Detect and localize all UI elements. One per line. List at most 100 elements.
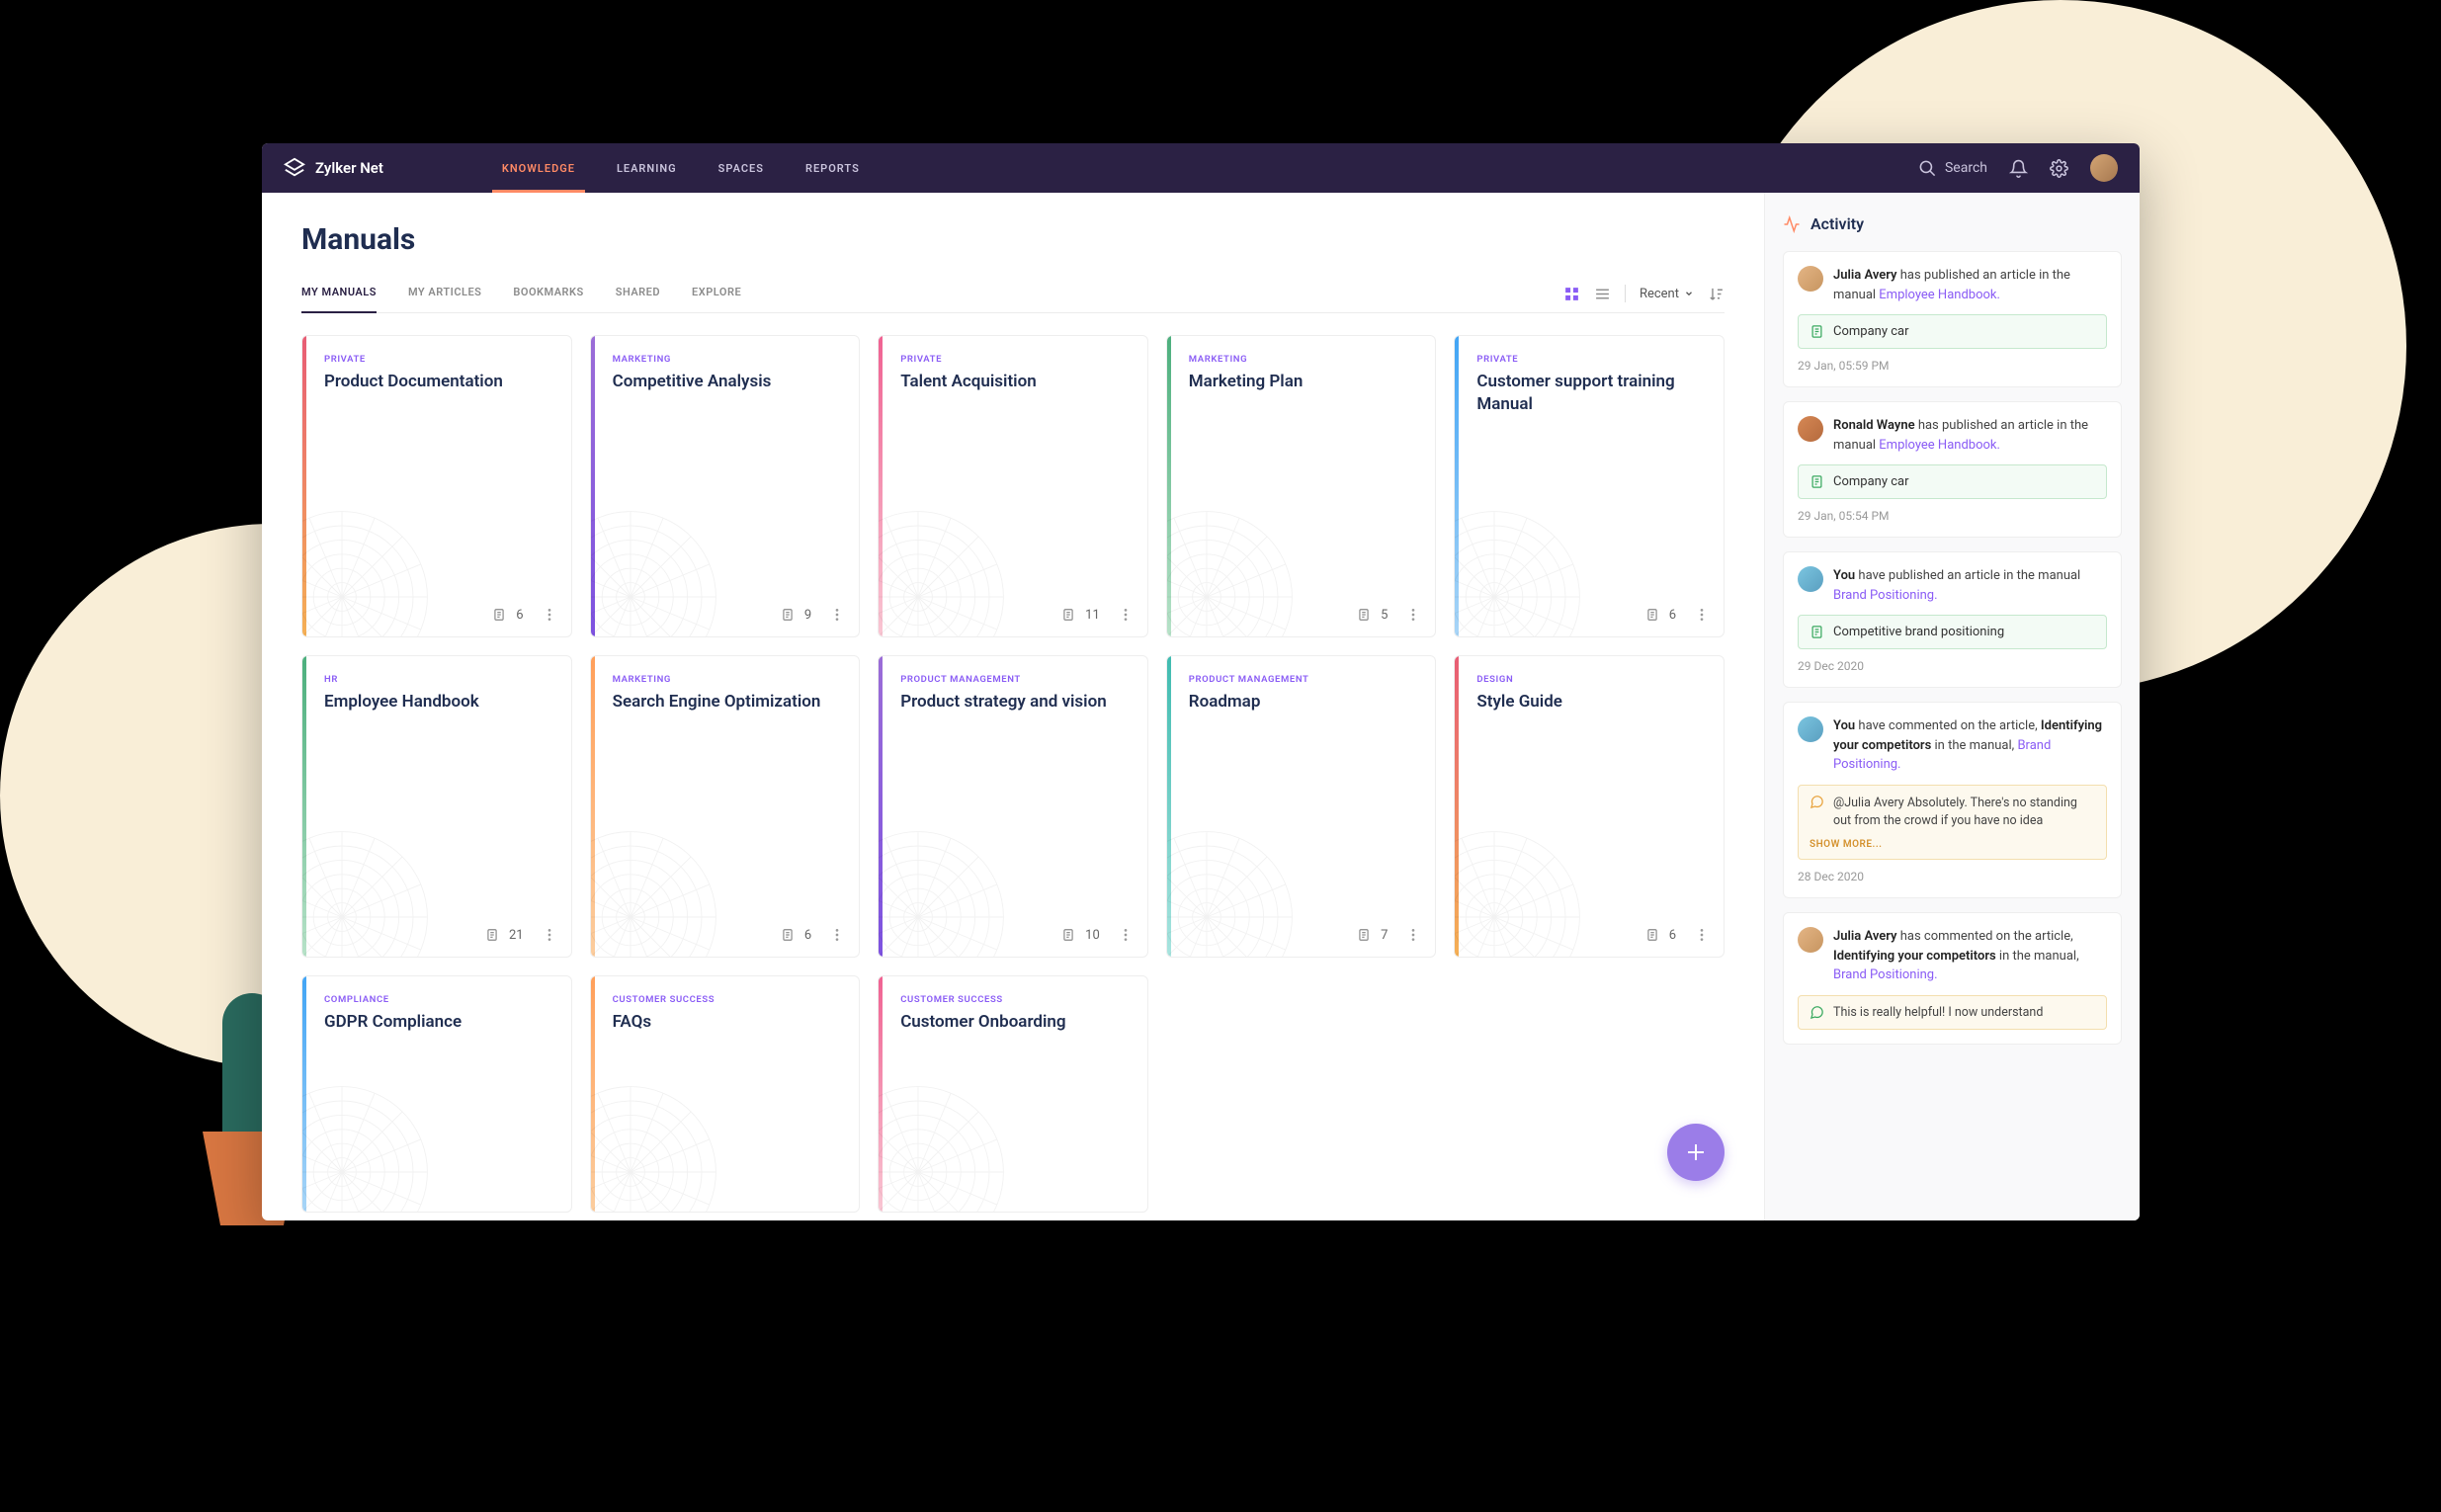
avatar[interactable] xyxy=(1798,266,1823,292)
kebab-icon[interactable] xyxy=(1118,607,1134,623)
search[interactable]: Search xyxy=(1918,159,1987,178)
card-decoration xyxy=(301,508,431,637)
kebab-icon[interactable] xyxy=(542,607,557,623)
subtab-my-manuals[interactable]: MY MANUALS xyxy=(301,286,377,312)
card-title: Customer Onboarding xyxy=(900,1011,1130,1034)
manual-card[interactable]: COMPLIANCEGDPR Compliance xyxy=(301,975,572,1213)
nav-tab-learning[interactable]: LEARNING xyxy=(617,143,677,193)
comment-icon xyxy=(1810,1005,1824,1020)
mention-link[interactable]: @Julia Avery xyxy=(1833,796,1904,810)
grid-view-icon[interactable] xyxy=(1563,286,1580,302)
avatar[interactable] xyxy=(1798,566,1823,592)
activity-link[interactable]: Brand Positioning. xyxy=(1833,588,1938,603)
subtab-bookmarks[interactable]: BOOKMARKS xyxy=(513,286,583,312)
document-icon xyxy=(1357,928,1371,942)
document-icon xyxy=(1357,608,1371,622)
manual-card[interactable]: DESIGNStyle Guide6 xyxy=(1454,655,1725,958)
card-title: FAQs xyxy=(613,1011,842,1034)
comment-icon xyxy=(1810,795,1824,809)
card-title: Marketing Plan xyxy=(1189,371,1418,393)
nav-tab-spaces[interactable]: SPACES xyxy=(718,143,764,193)
manual-card[interactable]: PRIVATETalent Acquisition11 xyxy=(878,335,1148,637)
search-icon xyxy=(1918,159,1937,178)
subtab-shared[interactable]: SHARED xyxy=(616,286,660,312)
activity-item: Julia Avery has published an article in … xyxy=(1783,251,2122,387)
activity-item: Ronald Wayne has published an article in… xyxy=(1783,401,2122,538)
kebab-icon[interactable] xyxy=(829,607,845,623)
card-footer: 7 xyxy=(1357,927,1421,943)
kebab-icon[interactable] xyxy=(1118,927,1134,943)
activity-text: Julia Avery has commented on the article… xyxy=(1833,927,2107,985)
manual-card[interactable]: PRIVATE Customer support training Manual 6 xyxy=(1454,335,1725,637)
main: Manuals MY MANUALSMY ARTICLESBOOKMARKSSH… xyxy=(262,193,1764,1220)
manual-card[interactable]: HREmployee Handbook21 xyxy=(301,655,572,958)
kebab-icon[interactable] xyxy=(829,927,845,943)
subtab-explore[interactable]: EXPLORE xyxy=(692,286,741,312)
card-decoration xyxy=(1166,508,1296,637)
logo[interactable]: Zylker Net xyxy=(284,157,383,179)
activity-article-box[interactable]: Company car xyxy=(1798,314,2107,349)
card-footer: 6 xyxy=(1645,607,1710,623)
article-name: Company car xyxy=(1833,324,1908,339)
activity-article-box[interactable]: Company car xyxy=(1798,464,2107,499)
kebab-icon[interactable] xyxy=(1694,927,1710,943)
manual-card[interactable]: MARKETINGCompetitive Analysis9 xyxy=(590,335,861,637)
activity-text: You have commented on the article, Ident… xyxy=(1833,716,2107,775)
kebab-icon[interactable] xyxy=(1694,607,1710,623)
list-view-icon[interactable] xyxy=(1594,286,1611,302)
body: Manuals MY MANUALSMY ARTICLESBOOKMARKSSH… xyxy=(262,193,2140,1220)
avatar[interactable] xyxy=(1798,927,1823,953)
manual-card[interactable]: MARKETINGSearch Engine Optimization6 xyxy=(590,655,861,958)
activity-link[interactable]: Employee Handbook. xyxy=(1879,438,2000,453)
doc-count: 6 xyxy=(1669,928,1676,943)
header-right: Search xyxy=(1918,154,2118,182)
card-category: HR xyxy=(324,674,553,685)
card-decoration xyxy=(590,828,719,958)
activity-link[interactable]: Brand Positioning. xyxy=(1833,967,1938,982)
document-icon xyxy=(485,928,499,942)
avatar[interactable] xyxy=(1798,716,1823,742)
toolbar-right: Recent xyxy=(1563,285,1725,312)
gear-icon[interactable] xyxy=(2050,159,2068,178)
document-icon xyxy=(1061,608,1075,622)
manual-card[interactable]: MARKETINGMarketing Plan5 xyxy=(1166,335,1437,637)
activity-time: 28 Dec 2020 xyxy=(1798,870,2107,883)
activity-link[interactable]: Employee Handbook. xyxy=(1879,288,2000,302)
card-title: Style Guide xyxy=(1476,691,1706,714)
card-title: Customer support training Manual xyxy=(1476,371,1706,416)
manual-card[interactable]: CUSTOMER SUCCESSFAQs xyxy=(590,975,861,1213)
card-decoration xyxy=(301,1083,431,1213)
document-icon xyxy=(492,608,506,622)
activity-article-box[interactable]: Competitive brand positioning xyxy=(1798,615,2107,649)
add-button[interactable] xyxy=(1667,1124,1725,1181)
card-footer: 9 xyxy=(781,607,845,623)
activity-item: Julia Avery has commented on the article… xyxy=(1783,912,2122,1045)
nav-tab-knowledge[interactable]: KNOWLEDGE xyxy=(502,143,575,193)
manual-card[interactable]: PRODUCT MANAGEMENTRoadmap7 xyxy=(1166,655,1437,958)
document-icon xyxy=(1645,608,1659,622)
kebab-icon[interactable] xyxy=(1405,607,1421,623)
kebab-icon[interactable] xyxy=(1405,927,1421,943)
nav-tab-reports[interactable]: REPORTS xyxy=(805,143,860,193)
activity-item: You have commented on the article, Ident… xyxy=(1783,702,2122,898)
subtab-my-articles[interactable]: MY ARTICLES xyxy=(408,286,481,312)
card-decoration xyxy=(590,1083,719,1213)
manual-card[interactable]: PRODUCT MANAGEMENTProduct strategy and v… xyxy=(878,655,1148,958)
kebab-icon[interactable] xyxy=(542,927,557,943)
show-more-link[interactable]: SHOW MORE... xyxy=(1810,839,2095,850)
divider xyxy=(1625,285,1626,302)
manual-card[interactable]: CUSTOMER SUCCESSCustomer Onboarding xyxy=(878,975,1148,1213)
card-category: MARKETING xyxy=(613,354,842,365)
page-icon xyxy=(1810,324,1824,339)
sort-dropdown[interactable]: Recent xyxy=(1640,287,1694,301)
avatar[interactable] xyxy=(2090,154,2118,182)
activity-comment-box: @Julia Avery Absolutely. There's no stan… xyxy=(1798,785,2107,861)
avatar[interactable] xyxy=(1798,416,1823,442)
sort-order-icon[interactable] xyxy=(1708,286,1725,302)
manual-card[interactable]: PRIVATEProduct Documentation6 xyxy=(301,335,572,637)
card-footer: 10 xyxy=(1061,927,1134,943)
doc-count: 6 xyxy=(1669,608,1676,623)
card-category: MARKETING xyxy=(1189,354,1418,365)
bell-icon[interactable] xyxy=(2009,159,2028,178)
card-category: PRIVATE xyxy=(1476,354,1706,365)
